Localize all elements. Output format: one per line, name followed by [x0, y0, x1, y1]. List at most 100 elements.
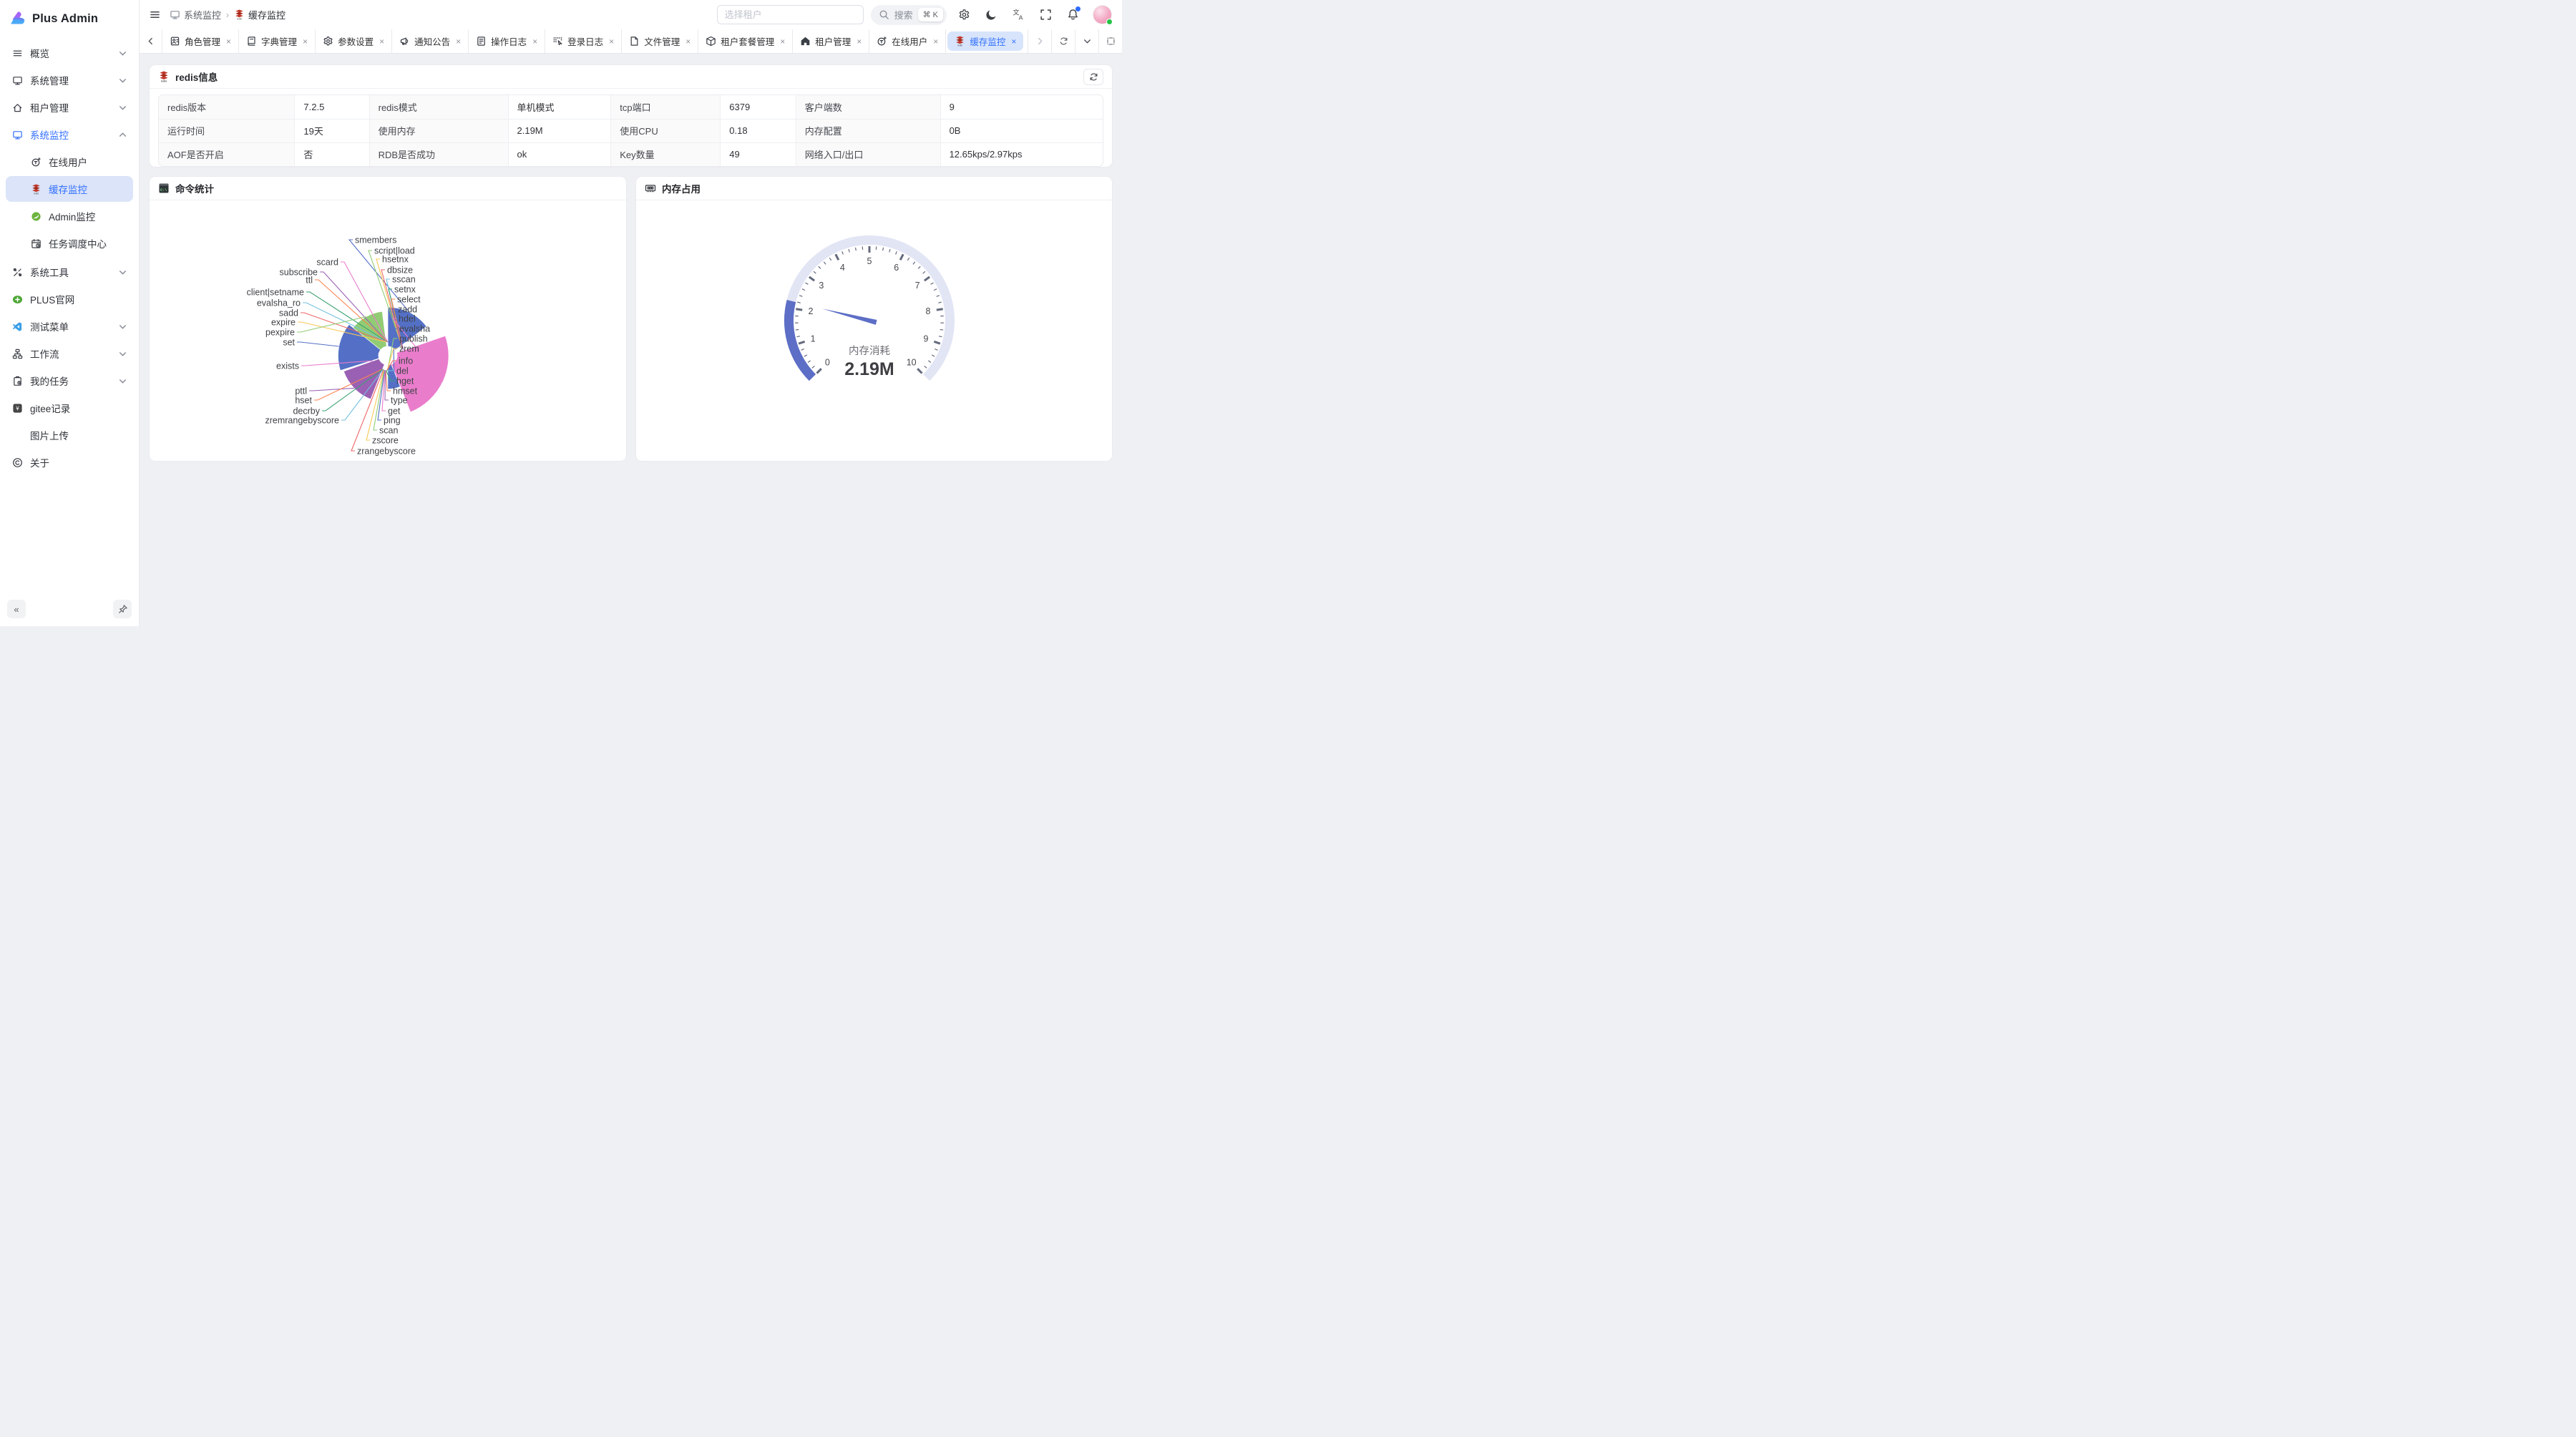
package-icon	[706, 36, 716, 47]
info-value-网络入口/出口: 12.65kps/2.97kps	[940, 142, 1103, 166]
pie-label-hdel: hdel	[399, 314, 416, 324]
tab-options-button[interactable]	[1075, 29, 1098, 53]
chevron-down-icon	[118, 322, 127, 331]
info-value-客户端数: 9	[940, 95, 1103, 119]
tab-在线用户[interactable]: 在线用户×	[869, 29, 946, 53]
breadcrumb-item-缓存监控[interactable]: redis缓存监控	[234, 8, 286, 21]
about-icon	[11, 457, 23, 468]
breadcrumb-item-系统监控[interactable]: 系统监控	[170, 8, 221, 21]
tab-label: 通知公告	[414, 34, 450, 48]
gauge-minor-tick	[812, 366, 814, 368]
role-icon	[170, 36, 180, 47]
command-stats-chart[interactable]: smembersscript|loadhsetnxdbsizesscansetn…	[150, 200, 625, 461]
sidebar-item-Admin监控[interactable]: Admin监控	[6, 203, 133, 229]
logo[interactable]: Plus Admin	[0, 0, 139, 37]
tab-租户套餐管理[interactable]: 租户套餐管理×	[698, 29, 793, 53]
tab-登录日志[interactable]: 登录日志×	[545, 29, 622, 53]
redis-info-card: redis redis信息 redis版本7.2.5redis模式单机模式tcp…	[150, 65, 1112, 167]
pie-label-scard: scard	[316, 258, 338, 268]
tab-close-icon[interactable]: ×	[686, 36, 691, 47]
pie-label-pexpire: pexpire	[265, 328, 295, 338]
label-line-pttl	[309, 388, 354, 391]
tools-icon	[11, 267, 23, 278]
sidebar-item-测试菜单[interactable]: 测试菜单	[6, 313, 133, 339]
sidebar-item-label: PLUS官网	[30, 292, 74, 306]
sidebar-item-在线用户[interactable]: 在线用户	[6, 149, 133, 175]
notifications-button[interactable]	[1063, 5, 1083, 25]
sidebar-item-label: 在线用户	[49, 155, 87, 169]
tab-角色管理[interactable]: 角色管理×	[162, 29, 239, 53]
redis-info-title: redis信息	[175, 69, 218, 84]
info-value-内存配置: 0B	[940, 119, 1103, 142]
sidebar-item-PLUS官网[interactable]: PLUS官网	[6, 286, 133, 312]
info-label-redis模式: redis模式	[369, 95, 508, 119]
tab-close-icon[interactable]: ×	[857, 36, 862, 47]
sidebar-item-gitee记录[interactable]: ¥gitee记录	[6, 395, 133, 421]
tab-close-icon[interactable]: ×	[609, 36, 614, 47]
info-label-RDB是否成功: RDB是否成功	[369, 142, 508, 166]
sidebar-pin-button[interactable]	[113, 600, 132, 618]
sidebar-item-租户管理[interactable]: 租户管理	[6, 94, 133, 120]
pie-label-ttl: ttl	[306, 276, 313, 286]
online-user-icon	[877, 36, 887, 47]
tab-close-icon[interactable]: ×	[456, 36, 461, 47]
tenant-select-input[interactable]	[717, 5, 864, 24]
redis-refresh-button[interactable]	[1083, 69, 1103, 85]
tab-close-icon[interactable]: ×	[532, 36, 537, 47]
global-search-button[interactable]: 搜索 ⌘ K	[871, 5, 947, 25]
dark-mode-button[interactable]	[981, 5, 1001, 25]
schedule-icon	[30, 238, 42, 249]
user-menu[interactable]	[1093, 5, 1112, 24]
tabs-scroll-right[interactable]	[1028, 29, 1051, 53]
sync-icon	[1089, 72, 1098, 82]
tab-close-icon[interactable]: ×	[226, 36, 231, 47]
memory-usage-gauge[interactable]: 012345678910内存消耗2.19M	[636, 200, 1103, 461]
tab-参数设置[interactable]: 参数设置×	[316, 29, 392, 53]
fullscreen-button[interactable]	[1035, 5, 1055, 25]
dict-icon	[246, 36, 257, 47]
gauge-minor-tick	[934, 289, 937, 291]
tab-通知公告[interactable]: 通知公告 ×	[392, 29, 469, 53]
info-label-运行时间: 运行时间	[159, 119, 295, 142]
tabs-scroll-left[interactable]	[140, 29, 162, 53]
sidebar-item-图片上传[interactable]: 图片上传	[6, 422, 133, 448]
gauge-minor-tick	[913, 262, 915, 265]
pie-label-hsetnx: hsetnx	[382, 255, 409, 265]
tab-close-icon[interactable]: ×	[379, 36, 384, 47]
tab-文件管理[interactable]: 文件管理×	[622, 29, 698, 53]
tab-操作日志[interactable]: 操作日志×	[469, 29, 545, 53]
redis-info-table: redis版本7.2.5redis模式单机模式tcp端口6379客户端数9运行时…	[159, 95, 1103, 166]
sidebar-item-系统监控[interactable]: 系统监控	[6, 122, 133, 147]
sidebar-item-概览[interactable]: 概览	[6, 40, 133, 66]
gauge-major-tick	[796, 309, 802, 310]
tab-缓存监控[interactable]: redis缓存监控×	[947, 31, 1023, 51]
sidebar-item-系统管理[interactable]: 系统管理	[6, 67, 133, 93]
sidebar-item-关于[interactable]: 关于	[6, 449, 133, 475]
chevron-down-icon	[1083, 36, 1092, 46]
sidebar-item-工作流[interactable]: 工作流	[6, 341, 133, 366]
sidebar-menu: 概览系统管理租户管理系统监控在线用户 redis缓存监控Admin监控任务调度中心…	[0, 37, 139, 596]
gauge-tick-label-7: 7	[915, 281, 920, 291]
tab-close-icon[interactable]: ×	[780, 36, 785, 47]
pie-label-evalsha: evalsha	[399, 324, 430, 334]
svg-text:redis: redis	[161, 80, 167, 82]
tab-close-icon[interactable]: ×	[303, 36, 308, 47]
tab-租户管理[interactable]: 租户管理×	[793, 29, 869, 53]
sidebar-collapse-button[interactable]: «	[7, 600, 26, 618]
settings-button[interactable]	[954, 5, 974, 25]
tab-close-icon[interactable]: ×	[1011, 36, 1016, 47]
tab-refresh-button[interactable]	[1051, 29, 1075, 53]
sidebar-item-缓存监控[interactable]: redis缓存监控	[6, 176, 133, 202]
sidebar-toggle-button[interactable]	[150, 9, 162, 21]
sidebar-item-系统工具[interactable]: 系统工具	[6, 259, 133, 285]
gear-icon	[323, 36, 333, 47]
gauge-minor-tick	[796, 329, 799, 330]
sidebar-item-我的任务[interactable]: 我的任务	[6, 368, 133, 394]
gear-icon	[958, 9, 970, 21]
content-fullscreen-button[interactable]	[1098, 29, 1122, 53]
tab-字典管理[interactable]: 字典管理×	[239, 29, 316, 53]
sidebar-item-任务调度中心[interactable]: 任务调度中心	[6, 230, 133, 256]
tab-close-icon[interactable]: ×	[933, 36, 938, 47]
info-label-AOF是否开启: AOF是否开启	[159, 142, 295, 166]
language-button[interactable]: 文A	[1008, 5, 1028, 25]
